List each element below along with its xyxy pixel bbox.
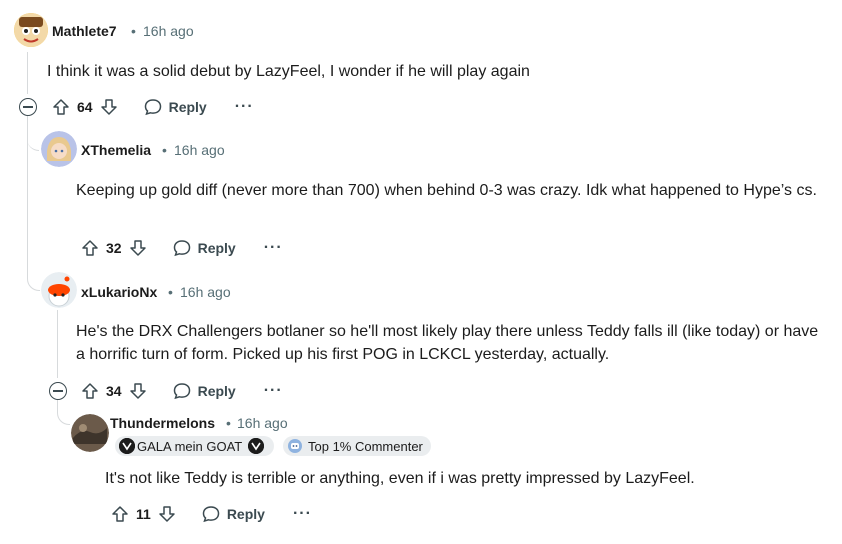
upvote-icon[interactable] (51, 97, 71, 117)
comment-icon (172, 238, 192, 258)
team-logo-icon (248, 438, 265, 454)
badge-icon (287, 438, 303, 454)
more-options-button[interactable]: ··· (264, 239, 283, 257)
upvote-icon[interactable] (80, 381, 100, 401)
team-logo-icon (119, 438, 135, 454)
more-options-button[interactable]: ··· (235, 98, 254, 116)
avatar[interactable] (14, 13, 48, 47)
timestamp[interactable]: 16h ago (174, 142, 225, 158)
thread-elbow-c4 (57, 398, 70, 425)
comment-icon (143, 97, 163, 117)
reply-button[interactable]: Reply (143, 97, 207, 117)
thread-line-c1 (27, 52, 28, 94)
separator-dot: • (131, 23, 136, 39)
more-options-button[interactable]: ··· (293, 505, 312, 523)
reply-label: Reply (197, 240, 236, 256)
reply-label: Reply (226, 506, 265, 522)
downvote-icon[interactable] (128, 381, 148, 401)
flair-text: GALA mein GOAT (137, 438, 243, 454)
thread-elbow-c3 (27, 250, 40, 291)
timestamp[interactable]: 16h ago (180, 284, 231, 300)
vote-count: 34 (106, 383, 122, 399)
vote-count: 11 (136, 506, 151, 522)
reply-label: Reply (197, 383, 236, 399)
timestamp[interactable]: 16h ago (237, 415, 288, 431)
comment-actions: 32 Reply ··· (80, 234, 283, 262)
upvote-icon[interactable] (80, 238, 100, 258)
avatar[interactable] (41, 131, 77, 167)
reply-button[interactable]: Reply (201, 504, 265, 524)
upvote-icon[interactable] (110, 504, 130, 524)
comment-actions: 11 Reply ··· (110, 500, 312, 528)
separator-dot: • (168, 284, 173, 300)
top-commenter-badge: Top 1% Commenter (283, 436, 431, 456)
username[interactable]: xLukarioNx (81, 284, 157, 300)
user-flair: GALA mein GOAT (115, 436, 275, 456)
downvote-icon[interactable] (128, 238, 148, 258)
separator-dot: • (226, 415, 231, 431)
username[interactable]: XThemelia (81, 142, 151, 158)
vote-count: 32 (106, 240, 122, 256)
badge-text: Top 1% Commenter (308, 438, 423, 454)
reply-label: Reply (168, 99, 207, 115)
reply-button[interactable]: Reply (172, 238, 236, 258)
more-options-button[interactable]: ··· (264, 382, 283, 400)
comment-body: It's not like Teddy is terrible or anyth… (105, 470, 695, 487)
comment-body: He's the DRX Challengers botlaner so he'… (76, 323, 819, 363)
comment-body: Keeping up gold diff (never more than 70… (76, 182, 817, 199)
reply-button[interactable]: Reply (172, 381, 236, 401)
username[interactable]: Thundermelons (110, 415, 215, 431)
downvote-icon[interactable] (157, 504, 177, 524)
separator-dot: • (162, 142, 167, 158)
comment-icon (201, 504, 221, 524)
vote-count: 64 (77, 99, 93, 115)
downvote-icon[interactable] (99, 97, 119, 117)
comment-icon (172, 381, 192, 401)
avatar[interactable] (71, 414, 109, 452)
comment-body: I think it was a solid debut by LazyFeel… (47, 63, 530, 80)
collapse-thread-button[interactable] (49, 382, 67, 400)
timestamp[interactable]: 16h ago (143, 23, 194, 39)
thread-elbow-c2 (27, 116, 39, 151)
thread-line-c3 (57, 310, 58, 378)
username[interactable]: Mathlete7 (52, 23, 117, 39)
comment-actions: 34 Reply ··· (80, 377, 283, 405)
comment-actions: 64 Reply ··· (51, 93, 254, 121)
collapse-thread-button[interactable] (19, 98, 37, 116)
avatar[interactable] (41, 272, 77, 308)
